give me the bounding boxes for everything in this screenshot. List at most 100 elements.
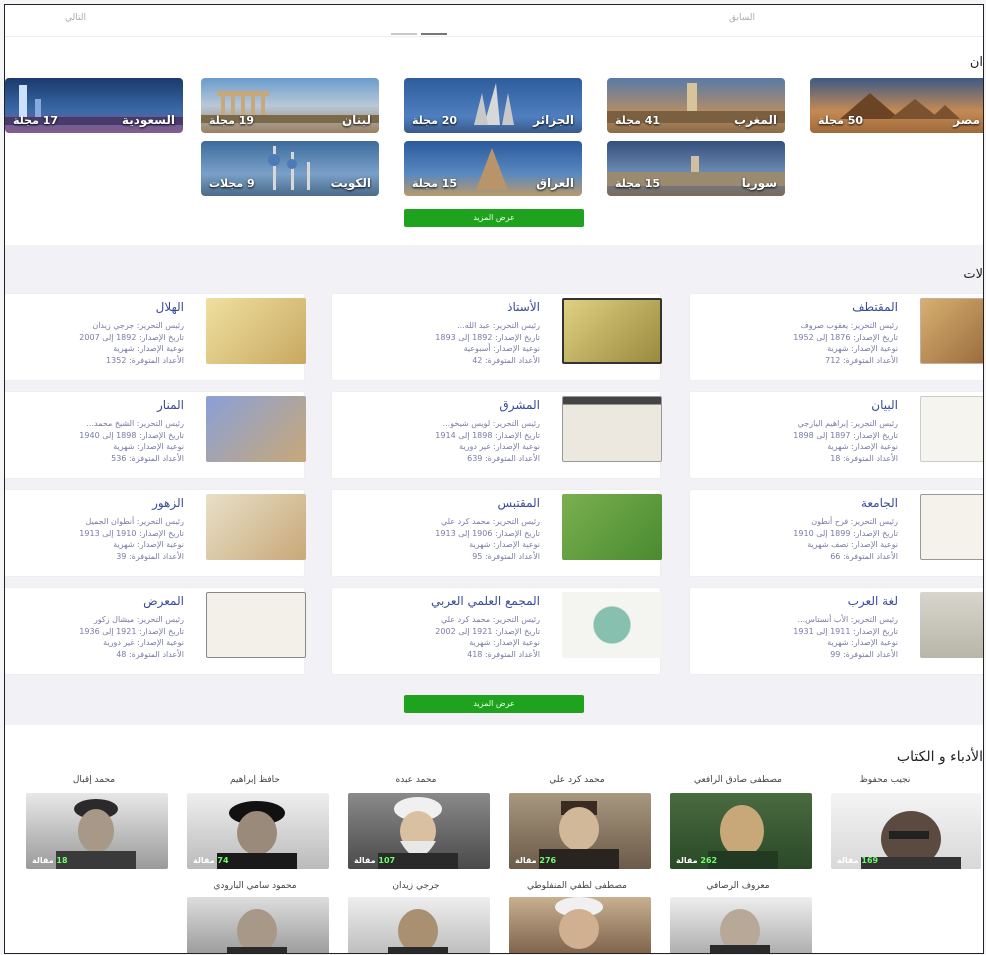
magazine-title[interactable]: الجامعة	[861, 496, 898, 510]
writer-article-count: 107 مقالة	[354, 856, 396, 865]
magazine-card[interactable]: الأستاذ رئيس التحرير: عبد الله... تاريخ ا…	[331, 293, 662, 381]
magazine-title[interactable]: المعرض	[143, 594, 184, 608]
next-link[interactable]: التالي	[65, 13, 86, 23]
country-count: 15 مجلة	[615, 177, 661, 190]
magazine-card[interactable]: المنار رئيس التحرير: الشيخ محمد... تاريخ …	[5, 391, 306, 479]
magazines-title: لات	[963, 267, 983, 282]
magazine-title[interactable]: المقتطف	[852, 300, 898, 314]
magazine-card[interactable]: الزهور رئيس التحرير: أنطوان الجميل تاريخ …	[5, 489, 306, 577]
magazine-title[interactable]: المشرق	[499, 398, 540, 412]
magazine-cover[interactable]	[206, 494, 306, 560]
magazine-card[interactable]: الجامعة رئيس التحرير: فرح أنطون تاريخ الإ…	[689, 489, 983, 577]
country-name: لبنان	[341, 113, 371, 127]
country-name: الكويت	[330, 176, 371, 190]
magazine-meta: رئيس التحرير: عبد الله... تاريخ الإصدار: …	[435, 321, 540, 365]
magazine-title[interactable]: الأستاذ	[507, 300, 540, 314]
countries-more-button[interactable]: عرض المزيد	[404, 209, 584, 227]
magazines-more-button[interactable]: عرض المزيد	[404, 695, 584, 713]
magazine-cover[interactable]	[206, 298, 306, 364]
magazine-meta: رئيس التحرير: يعقوب صروف تاريخ الإصدار: 1…	[793, 321, 898, 365]
page-frame: التالي السابق ان مصر 50 مجلة المغرب 41 م…	[4, 4, 984, 954]
writer-article-count: 18 مقالة	[32, 856, 68, 865]
country-card-algeria[interactable]: الجزائر 20 مجلة	[404, 78, 582, 133]
writer-name[interactable]: نجيب محفوظ	[835, 775, 935, 785]
magazine-card[interactable]: البيان رئيس التحرير: إبراهيم اليازجي تاري…	[689, 391, 983, 479]
magazine-meta: رئيس التحرير: أنطوان الجميل تاريخ الإصدار…	[79, 517, 184, 561]
slider-dot-active[interactable]	[421, 33, 447, 35]
writer-photo[interactable]: 262 مقالة	[670, 793, 812, 869]
magazine-meta: رئيس التحرير: محمد كرد علي تاريخ الإصدار:…	[435, 615, 540, 659]
magazine-meta: رئيس التحرير: فرح أنطون تاريخ الإصدار: 18…	[793, 517, 898, 561]
country-count: 15 مجلة	[412, 177, 458, 190]
country-card-lebanon[interactable]: لبنان 19 مجلة	[201, 78, 379, 133]
country-name: المغرب	[734, 113, 777, 127]
magazine-cover[interactable]	[562, 494, 662, 560]
magazine-cover[interactable]	[920, 298, 983, 364]
country-card-egypt[interactable]: مصر 50 مجلة	[810, 78, 983, 133]
writer-photo[interactable]: 74 مقالة	[187, 793, 329, 869]
country-card-kuwait[interactable]: الكويت 9 مجلات	[201, 141, 379, 196]
writer-name[interactable]: محمد إقبال	[23, 775, 165, 785]
magazine-card[interactable]: المقتطف رئيس التحرير: يعقوب صروف تاريخ ال…	[689, 293, 983, 381]
magazine-cover[interactable]	[920, 396, 983, 462]
magazine-cover[interactable]	[562, 298, 662, 364]
magazine-title[interactable]: الزهور	[152, 496, 184, 510]
writer-article-count: 262 مقالة	[676, 856, 718, 865]
magazine-title[interactable]: المقتبس	[497, 496, 540, 510]
magazine-title[interactable]: الهلال	[156, 300, 184, 314]
magazine-title[interactable]: المنار	[157, 398, 184, 412]
country-name: العراق	[536, 176, 574, 190]
magazine-meta: رئيس التحرير: إبراهيم اليازجي تاريخ الإصد…	[793, 419, 898, 463]
prev-link[interactable]: السابق	[729, 13, 755, 23]
country-count: 19 مجلة	[209, 114, 255, 127]
writer-name[interactable]: محمد عبده	[345, 775, 487, 785]
countries-title: ان	[969, 55, 983, 70]
country-card-morocco[interactable]: المغرب 41 مجلة	[607, 78, 785, 133]
slider-dots	[391, 20, 451, 35]
magazine-card[interactable]: لغة العرب رئيس التحرير: الأب أنستاس... تا…	[689, 587, 983, 675]
magazine-cover[interactable]	[920, 592, 983, 658]
writer-photo[interactable]: 18 مقالة	[26, 793, 168, 869]
magazine-cover[interactable]	[562, 592, 662, 658]
country-count: 17 مجلة	[13, 114, 59, 127]
country-count: 9 مجلات	[209, 177, 255, 190]
writer-photo[interactable]	[348, 897, 490, 953]
country-name: مصر	[953, 113, 980, 127]
magazine-title[interactable]: البيان	[871, 398, 898, 412]
writer-photo[interactable]	[509, 897, 651, 953]
magazine-title[interactable]: لغة العرب	[848, 594, 898, 608]
writer-name[interactable]: جرجي زيدان	[345, 881, 487, 891]
magazine-cover[interactable]	[920, 494, 983, 560]
magazine-meta: رئيس التحرير: الأب أنستاس... تاريخ الإصدا…	[793, 615, 898, 659]
magazine-meta: رئيس التحرير: ميشال زكور تاريخ الإصدار: 1…	[79, 615, 184, 659]
magazine-meta: رئيس التحرير: لويس شيخو... تاريخ الإصدار:…	[435, 419, 540, 463]
writer-name[interactable]: محمود سامي البارودي	[184, 881, 326, 891]
writer-photo[interactable]	[670, 897, 812, 953]
writer-photo[interactable]: 169 مقالة	[831, 793, 981, 869]
slider-dot[interactable]	[391, 33, 417, 35]
writer-photo[interactable]: 276 مقالة	[509, 793, 651, 869]
writer-name[interactable]: مصطفى صادق الرافعي	[667, 775, 809, 785]
magazine-card[interactable]: المعرض رئيس التحرير: ميشال زكور تاريخ الإ…	[5, 587, 306, 675]
country-card-iraq[interactable]: العراق 15 مجلة	[404, 141, 582, 196]
magazine-title[interactable]: المجمع العلمي العربي	[431, 594, 540, 608]
country-count: 20 مجلة	[412, 114, 458, 127]
magazine-card[interactable]: المقتبس رئيس التحرير: محمد كرد علي تاريخ …	[331, 489, 662, 577]
magazine-meta: رئيس التحرير: الشيخ محمد... تاريخ الإصدار…	[79, 419, 184, 463]
magazine-cover[interactable]	[562, 396, 662, 462]
writer-photo[interactable]	[187, 897, 329, 953]
writer-name[interactable]: محمد كرد علي	[506, 775, 648, 785]
magazine-card[interactable]: الهلال رئيس التحرير: جرجي زيدان تاريخ الإ…	[5, 293, 306, 381]
magazine-card[interactable]: المجمع العلمي العربي رئيس التحرير: محمد …	[331, 587, 662, 675]
magazine-card[interactable]: المشرق رئيس التحرير: لويس شيخو... تاريخ ا…	[331, 391, 662, 479]
writer-name[interactable]: معروف الرصافي	[667, 881, 809, 891]
country-card-syria[interactable]: سوريا 15 مجلة	[607, 141, 785, 196]
writer-photo[interactable]: 107 مقالة	[348, 793, 490, 869]
country-name: الجزائر	[533, 113, 574, 127]
writer-name[interactable]: مصطفى لطفي المنفلوطي	[506, 881, 648, 891]
country-card-saudi[interactable]: السعودية 17 مجلة	[5, 78, 183, 133]
writer-name[interactable]: حافظ إبراهيم	[184, 775, 326, 785]
magazine-cover[interactable]	[206, 396, 306, 462]
writers-title: الأدباء و الكتاب	[896, 749, 983, 765]
magazine-cover[interactable]	[206, 592, 306, 658]
